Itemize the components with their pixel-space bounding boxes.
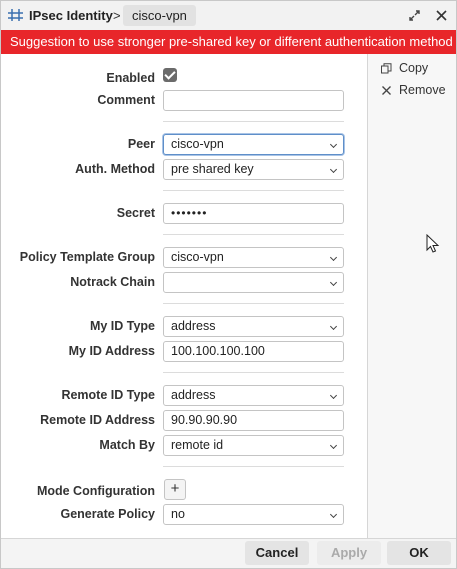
remote-id-type-select[interactable]: address <box>163 385 344 406</box>
my-id-type-label: My ID Type <box>89 319 155 333</box>
copy-button[interactable]: Copy <box>381 60 428 76</box>
remove-button[interactable]: Remove <box>381 82 446 98</box>
generate-policy-label: Generate Policy <box>60 507 156 521</box>
breadcrumb-separator: > <box>113 8 121 23</box>
apply-button[interactable]: Apply <box>317 541 381 565</box>
remote-id-address-input[interactable]: 90.90.90.90 <box>163 410 344 431</box>
auth-method-row: Auth. Method pre shared key <box>1 159 368 181</box>
notrack-chain-label: Notrack Chain <box>70 275 155 289</box>
secret-label: Secret <box>116 206 155 220</box>
mode-configuration-row: Mode Configuration + <box>1 479 368 503</box>
divider <box>163 121 344 122</box>
cancel-button[interactable]: Cancel <box>245 541 309 565</box>
enabled-checkbox[interactable] <box>163 68 177 82</box>
side-panel: Copy Remove <box>368 54 456 538</box>
generate-policy-select[interactable]: no <box>163 504 344 525</box>
comment-label: Comment <box>97 93 155 107</box>
match-by-label: Match By <box>99 438 155 452</box>
footer-bar: Cancel Apply OK <box>1 538 456 568</box>
notrack-chain-select[interactable] <box>163 272 344 293</box>
peer-row: Peer cisco-vpn <box>1 134 368 156</box>
my-id-address-input[interactable]: 100.100.100.100 <box>163 341 344 362</box>
ipsec-app-icon <box>8 9 23 21</box>
warning-banner: Suggestion to use stronger pre-shared ke… <box>1 30 456 54</box>
divider <box>163 190 344 191</box>
add-mode-configuration-button[interactable]: + <box>164 479 186 500</box>
my-id-address-label: My ID Address <box>68 344 155 358</box>
my-id-type-row: My ID Type address <box>1 316 368 338</box>
window-title: IPsec Identity <box>29 8 113 23</box>
enabled-label: Enabled <box>106 71 155 85</box>
peer-label: Peer <box>127 137 155 151</box>
remote-id-address-row: Remote ID Address 90.90.90.90 <box>1 410 368 432</box>
breadcrumb-item: cisco-vpn <box>123 5 196 26</box>
policy-template-group-row: Policy Template Group cisco-vpn <box>1 247 368 269</box>
match-by-row: Match By remote id <box>1 435 368 457</box>
secret-row: Secret ••••••• <box>1 203 368 225</box>
ipsec-identity-window: IPsec Identity > cisco-vpn Suggestion to… <box>0 0 457 569</box>
match-by-select[interactable]: remote id <box>163 435 344 456</box>
divider <box>163 234 344 235</box>
title-bar: IPsec Identity > cisco-vpn <box>1 1 456 30</box>
generate-policy-row: Generate Policy no <box>1 504 368 526</box>
divider <box>163 466 344 467</box>
comment-input[interactable] <box>163 90 344 111</box>
secret-input[interactable]: ••••••• <box>163 203 344 224</box>
my-id-type-select[interactable]: address <box>163 316 344 337</box>
remote-id-type-label: Remote ID Type <box>61 388 155 402</box>
notrack-chain-row: Notrack Chain <box>1 272 368 294</box>
policy-template-group-label: Policy Template Group <box>19 250 155 264</box>
restore-icon[interactable] <box>408 9 421 22</box>
ok-button[interactable]: OK <box>387 541 451 565</box>
my-id-address-row: My ID Address 100.100.100.100 <box>1 341 368 363</box>
mouse-cursor-icon <box>426 234 440 253</box>
policy-template-group-select[interactable]: cisco-vpn <box>163 247 344 268</box>
remote-id-type-row: Remote ID Type address <box>1 385 368 407</box>
remove-label: Remove <box>399 83 446 97</box>
comment-row: Comment <box>1 90 368 112</box>
copy-label: Copy <box>399 61 429 75</box>
divider <box>163 303 344 304</box>
copy-icon <box>381 62 392 73</box>
mode-configuration-label: Mode Configuration <box>36 484 155 498</box>
close-icon[interactable] <box>435 9 448 22</box>
remove-icon <box>382 85 391 95</box>
form-panel: Enabled Comment Peer cisco-vpn Auth. Met… <box>1 54 368 538</box>
enabled-row: Enabled <box>1 68 368 90</box>
auth-method-label: Auth. Method <box>75 162 155 176</box>
remote-id-address-label: Remote ID Address <box>40 413 155 427</box>
peer-select[interactable]: cisco-vpn <box>163 134 344 155</box>
auth-method-select[interactable]: pre shared key <box>163 159 344 180</box>
divider <box>163 372 344 373</box>
